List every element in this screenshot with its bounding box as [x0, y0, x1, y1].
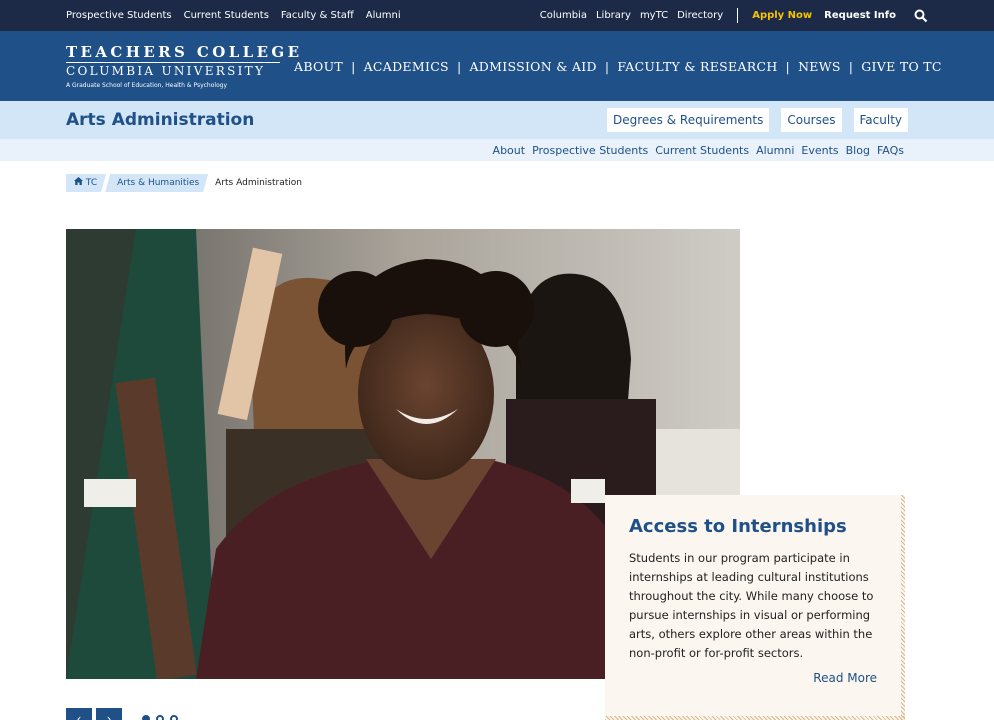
program-nav: About Prospective Students Current Stude…	[0, 139, 994, 161]
tc-logo[interactable]: TEACHERS COLLEGE COLUMBIA UNIVERSITY A G…	[66, 43, 303, 89]
courses-button[interactable]: Courses	[781, 108, 842, 132]
logo-line-2: COLUMBIA UNIVERSITY	[66, 62, 280, 79]
utility-link-library[interactable]: Library	[596, 10, 631, 21]
faculty-button[interactable]: Faculty	[853, 108, 908, 132]
chevron-right-icon[interactable]: ›	[96, 708, 122, 720]
main-nav: ABOUT | ACADEMICS | ADMISSION & AID | FA…	[294, 59, 942, 74]
nav-about[interactable]: ABOUT	[294, 59, 343, 74]
program-nav-blog[interactable]: Blog	[846, 144, 870, 157]
breadcrumb: TC Arts & Humanities Arts Administration	[66, 174, 302, 192]
home-icon	[74, 178, 86, 188]
utility-link-directory[interactable]: Directory	[677, 10, 723, 21]
utility-right-links: Columbia Library myTC Directory Apply No…	[531, 8, 928, 23]
search-icon[interactable]	[914, 9, 928, 23]
program-bar: Arts Administration Degrees & Requiremen…	[0, 101, 994, 139]
nav-faculty-research[interactable]: FACULTY & RESEARCH	[617, 59, 777, 74]
nav-divider: |	[848, 58, 854, 74]
nav-admission-aid[interactable]: ADMISSION & AID	[469, 59, 596, 74]
chevron-left-icon[interactable]: ‹	[66, 708, 92, 720]
utility-link-faculty-staff[interactable]: Faculty & Staff	[281, 10, 354, 21]
feature-card: Access to Internships Students in our pr…	[605, 495, 905, 720]
feature-card-title: Access to Internships	[629, 516, 847, 537]
slider-dot-2[interactable]	[156, 715, 164, 720]
utility-link-mytc[interactable]: myTC	[640, 10, 668, 21]
program-nav-prospective[interactable]: Prospective Students	[532, 144, 648, 157]
utility-left-links: Prospective Students Current Students Fa…	[66, 10, 413, 21]
utility-link-columbia[interactable]: Columbia	[540, 10, 587, 21]
logo-tagline: A Graduate School of Education, Health &…	[66, 82, 228, 89]
utility-divider	[737, 8, 739, 23]
slider-dots	[142, 715, 184, 720]
program-buttons: Degrees & Requirements Courses Faculty	[595, 108, 908, 132]
masthead: TEACHERS COLLEGE COLUMBIA UNIVERSITY A G…	[0, 31, 994, 101]
nav-give[interactable]: GIVE TO TC	[861, 59, 942, 74]
request-info-link[interactable]: Request Info	[824, 10, 896, 21]
slider-dot-1[interactable]	[142, 715, 150, 720]
utility-bar: Prospective Students Current Students Fa…	[0, 0, 994, 31]
slider-controls: ‹ ›	[66, 708, 184, 720]
program-nav-events[interactable]: Events	[801, 144, 838, 157]
apply-now-link[interactable]: Apply Now	[752, 10, 812, 21]
utility-link-alumni[interactable]: Alumni	[366, 10, 401, 21]
program-nav-alumni[interactable]: Alumni	[756, 144, 794, 157]
degrees-button[interactable]: Degrees & Requirements	[607, 108, 770, 132]
breadcrumb-current: Arts Administration	[215, 178, 302, 188]
nav-news[interactable]: NEWS	[798, 59, 841, 74]
slider-dot-3[interactable]	[170, 715, 178, 720]
program-nav-about[interactable]: About	[493, 144, 526, 157]
nav-divider: |	[456, 58, 462, 74]
read-more-link[interactable]: Read More	[629, 671, 877, 685]
feature-card-body: Students in our program participate in i…	[629, 551, 874, 660]
program-nav-faqs[interactable]: FAQs	[877, 144, 904, 157]
program-nav-current[interactable]: Current Students	[655, 144, 749, 157]
nav-divider: |	[785, 58, 791, 74]
nav-divider: |	[351, 58, 356, 74]
logo-line-1: TEACHERS COLLEGE	[66, 43, 303, 61]
utility-link-prospective[interactable]: Prospective Students	[66, 10, 172, 21]
breadcrumb-parent[interactable]: Arts & Humanities	[105, 174, 208, 192]
nav-divider: |	[604, 58, 610, 74]
program-title[interactable]: Arts Administration	[66, 110, 254, 130]
nav-academics[interactable]: ACADEMICS	[364, 59, 449, 74]
breadcrumb-home-label: TC	[85, 178, 98, 188]
utility-link-current[interactable]: Current Students	[184, 10, 269, 21]
breadcrumb-home[interactable]: TC	[66, 174, 106, 192]
